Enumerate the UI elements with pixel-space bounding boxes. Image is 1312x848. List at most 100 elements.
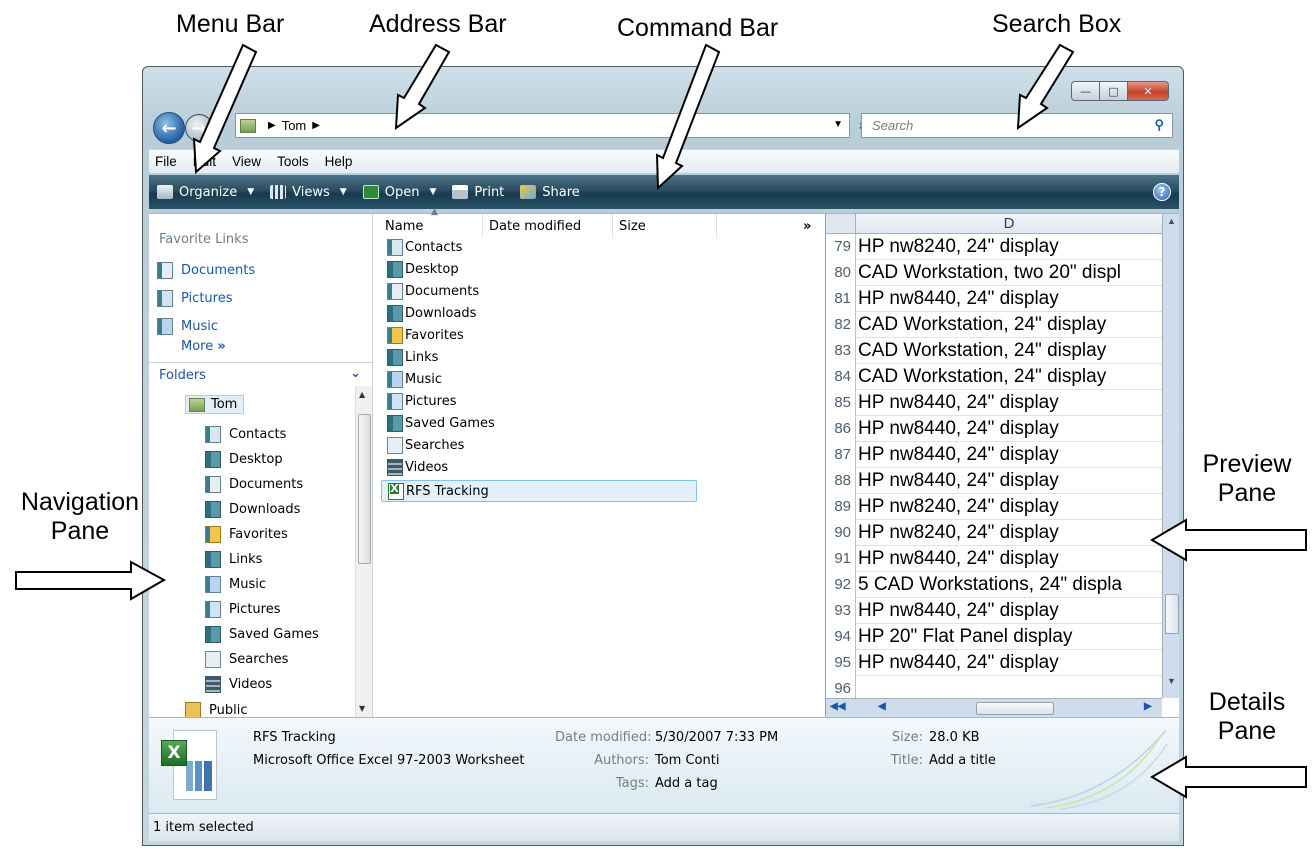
- callout-preview-line1: Preview: [1202, 450, 1292, 478]
- videos-icon: [387, 459, 403, 476]
- more-links-button[interactable]: More »: [181, 339, 226, 354]
- navigation-scrollbar[interactable]: ▲ ▼: [355, 386, 372, 718]
- organize-button[interactable]: Organize ▼: [149, 185, 262, 200]
- address-bar[interactable]: ▶ Tom ▶ ▼: [235, 113, 850, 138]
- preview-row: 89 HP nw8240, 24" display: [826, 494, 1162, 520]
- scroll-down-icon[interactable]: ▼: [359, 704, 365, 713]
- column-header-size[interactable]: Size: [613, 214, 717, 238]
- menu-file[interactable]: File: [149, 154, 185, 169]
- scroll-thumb[interactable]: [976, 702, 1054, 715]
- preview-horizontal-scrollbar[interactable]: ◀◀ ◀ ▶: [826, 698, 1162, 718]
- searches-icon: [205, 651, 221, 668]
- close-button[interactable]: ✕: [1127, 81, 1169, 101]
- status-bar: 1 item selected: [149, 813, 1179, 841]
- excel-file-thumbnail: X: [161, 730, 225, 802]
- tree-item-desktop[interactable]: Desktop: [205, 451, 283, 468]
- file-item-rfs-tracking[interactable]: RFS Tracking: [381, 480, 697, 502]
- maximize-button[interactable]: □: [1099, 81, 1127, 101]
- file-item-videos[interactable]: Videos: [387, 459, 448, 476]
- preview-vertical-scrollbar[interactable]: ▲ ▼: [1162, 214, 1179, 698]
- file-item-documents[interactable]: Documents: [387, 283, 479, 300]
- tree-item-searches[interactable]: Searches: [205, 651, 288, 668]
- tree-item-favorites[interactable]: Favorites: [205, 526, 288, 543]
- forward-button[interactable]: →: [185, 114, 213, 142]
- file-item-downloads[interactable]: Downloads: [387, 305, 476, 322]
- print-label: Print: [474, 184, 505, 200]
- views-button[interactable]: Views ▼: [262, 185, 355, 200]
- file-item-saved-games[interactable]: Saved Games: [387, 415, 495, 432]
- preview-cell: HP nw8440, 24" display: [858, 444, 1059, 465]
- menu-help[interactable]: Help: [317, 154, 361, 169]
- search-input[interactable]: [870, 117, 1140, 134]
- menu-view[interactable]: View: [224, 154, 269, 169]
- favorite-link-documents[interactable]: Documents: [157, 262, 255, 279]
- share-button[interactable]: Share: [512, 185, 588, 200]
- address-dropdown-icon[interactable]: ▼: [833, 119, 843, 130]
- sort-ascending-icon: ▲: [431, 207, 438, 217]
- tree-item-pictures[interactable]: Pictures: [205, 601, 280, 618]
- scroll-up-icon[interactable]: ▲: [1167, 216, 1176, 226]
- file-item-contacts[interactable]: Contacts: [387, 239, 462, 256]
- first-sheet-icon[interactable]: ◀◀: [830, 701, 845, 712]
- file-item-favorites[interactable]: Favorites: [387, 327, 464, 344]
- tree-item-documents[interactable]: Documents: [205, 476, 303, 493]
- scroll-thumb[interactable]: [1165, 594, 1179, 634]
- explorer-window: — □ ✕ ← → ▼ ▶ Tom ▶ ▼ ⇄ ⚲ File Edit View…: [142, 66, 1184, 846]
- menu-bar: File Edit View Tools Help: [149, 149, 1179, 173]
- menu-edit[interactable]: Edit: [185, 154, 224, 169]
- search-icon[interactable]: ⚲: [1154, 117, 1164, 133]
- excel-icon: [362, 185, 379, 199]
- caption-buttons: — □ ✕: [1071, 81, 1169, 101]
- breadcrumb-separator-icon[interactable]: ▶: [312, 120, 320, 131]
- tree-item-saved-games[interactable]: Saved Games: [205, 626, 319, 643]
- tree-item-links[interactable]: Links: [205, 551, 262, 568]
- folders-header[interactable]: Folders ⌄: [149, 362, 372, 386]
- file-item-label: Saved Games: [405, 416, 495, 431]
- file-item-label: Videos: [405, 460, 449, 475]
- favorite-link-music[interactable]: Music: [157, 318, 218, 335]
- file-item-music[interactable]: Music: [387, 371, 442, 388]
- more-columns-icon[interactable]: »: [803, 219, 811, 234]
- search-box[interactable]: ⚲: [861, 113, 1173, 138]
- scroll-up-icon[interactable]: ▲: [359, 390, 365, 399]
- menu-tools[interactable]: Tools: [269, 154, 317, 169]
- file-item-desktop[interactable]: Desktop: [387, 261, 459, 278]
- column-header-label: Date modified: [489, 218, 582, 234]
- file-item-links[interactable]: Links: [387, 349, 438, 366]
- tags-value[interactable]: Add a tag: [655, 776, 718, 791]
- scroll-down-icon[interactable]: ▼: [1167, 676, 1176, 686]
- open-button[interactable]: Open ▼: [355, 185, 445, 200]
- tree-item-contacts[interactable]: Contacts: [205, 426, 286, 443]
- minimize-button[interactable]: —: [1071, 81, 1099, 101]
- scroll-left-icon[interactable]: ◀: [878, 701, 886, 712]
- breadcrumb-tom[interactable]: Tom: [282, 118, 307, 133]
- preview-row: 87 HP nw8440, 24" display: [826, 442, 1162, 468]
- scroll-right-icon[interactable]: ▶: [1144, 701, 1152, 712]
- title-value[interactable]: Add a title: [929, 753, 996, 768]
- recent-pages-dropdown[interactable]: ▼: [218, 121, 226, 132]
- print-button[interactable]: Print: [444, 185, 512, 200]
- preview-row: 91 HP nw8440, 24" display: [826, 546, 1162, 572]
- select-all-corner[interactable]: [826, 214, 856, 234]
- callout-details-line1: Details: [1208, 688, 1286, 716]
- tree-item-public[interactable]: Public: [185, 702, 247, 718]
- favorite-links-title: Favorite Links: [159, 232, 249, 247]
- file-item-searches[interactable]: Searches: [387, 437, 464, 454]
- tree-item-downloads[interactable]: Downloads: [205, 501, 300, 518]
- breadcrumb-separator-icon[interactable]: ▶: [268, 120, 276, 131]
- back-button[interactable]: ←: [153, 112, 185, 144]
- tree-item-label: Public: [209, 703, 248, 718]
- authors-value[interactable]: Tom Conti: [655, 753, 719, 768]
- file-item-pictures[interactable]: Pictures: [387, 393, 456, 410]
- tree-item-tom[interactable]: Tom: [185, 395, 245, 414]
- help-icon[interactable]: ?: [1153, 183, 1171, 201]
- tree-item-music[interactable]: Music: [205, 576, 266, 593]
- favorite-link-pictures[interactable]: Pictures: [157, 290, 232, 307]
- scroll-thumb[interactable]: [358, 414, 371, 564]
- open-label: Open: [384, 184, 420, 200]
- column-header-name[interactable]: ▲ Name: [379, 207, 483, 238]
- preview-row: 86 HP nw8440, 24" display: [826, 416, 1162, 442]
- tree-item-videos[interactable]: Videos: [205, 676, 272, 693]
- music-icon: [205, 576, 221, 593]
- column-header-date-modified[interactable]: Date modified: [483, 214, 613, 238]
